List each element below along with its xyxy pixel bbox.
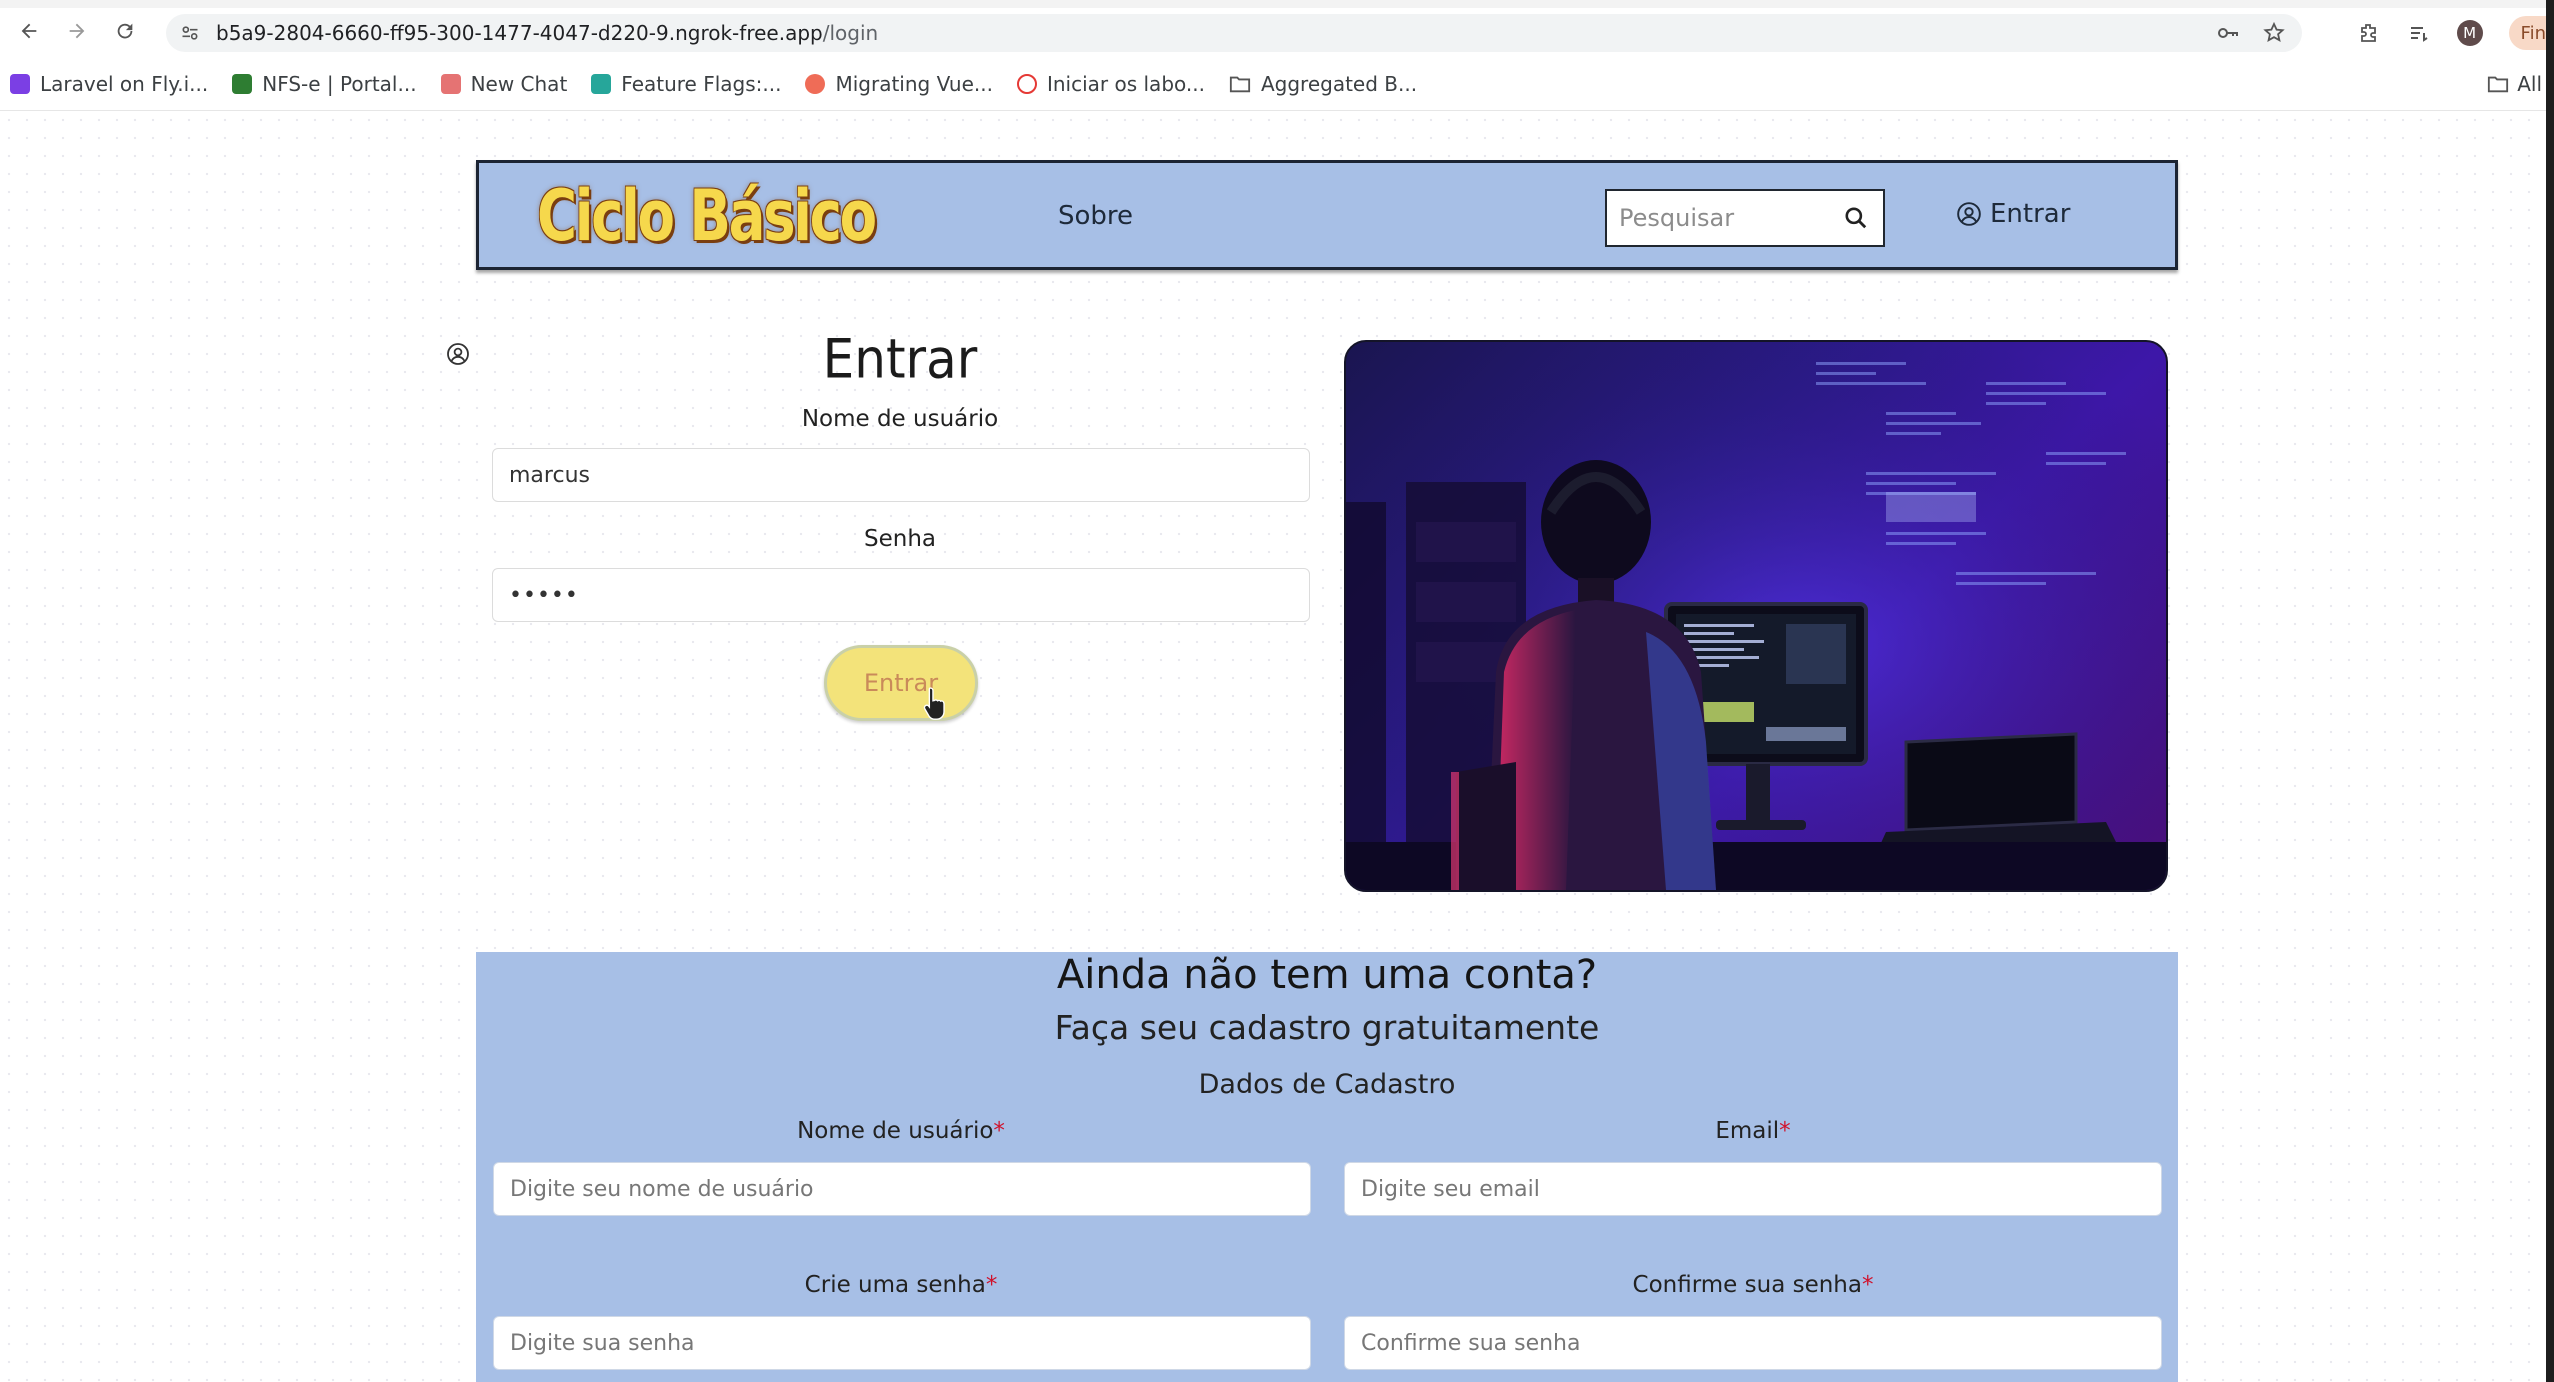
signup-heading: Ainda não tem uma conta? (1056, 952, 1598, 998)
site-header: Ciclo Básico Sobre Entrar (476, 160, 2178, 270)
user-circle-icon (447, 343, 469, 365)
bookmark-favicon-icon (591, 74, 612, 94)
forward-button[interactable] (60, 14, 94, 48)
bookmarks-bar: Laravel on Fly.i... NFS-e | Portal... Ne… (0, 62, 2554, 106)
bookmark-item[interactable]: Laravel on Fly.i... (10, 72, 208, 96)
all-bookmarks-button[interactable]: All (2487, 72, 2542, 96)
header-login-link[interactable]: Entrar (1956, 199, 2070, 229)
tab-strip (0, 0, 2554, 8)
bookmark-item[interactable]: Migrating Vue... (805, 72, 993, 96)
hero-image (1344, 340, 2168, 892)
signup-subheading: Faça seu cadastro gratuitamente (1054, 1008, 1600, 1047)
login-submit-button[interactable]: Entrar (824, 645, 978, 721)
login-password-input[interactable]: ••••• (492, 568, 1310, 622)
password-key-icon[interactable] (2216, 21, 2240, 45)
bookmark-favicon-icon (805, 74, 826, 94)
signup-section-title: Dados de Cadastro (1198, 1069, 1456, 1100)
site-settings-icon[interactable] (178, 21, 202, 45)
bookmark-star-icon[interactable] (2262, 21, 2286, 45)
nav-about-link[interactable]: Sobre (1058, 201, 1133, 231)
login-title: Entrar (822, 327, 978, 391)
bookmark-item[interactable]: Iniciar os labo... (1016, 72, 1205, 96)
address-bar[interactable]: b5a9-2804-6660-ff95-300-1477-4047-d220-9… (166, 14, 2302, 52)
header-login-label: Entrar (1990, 199, 2071, 229)
window-edge (2546, 0, 2554, 1382)
forward-arrow-icon (69, 23, 85, 39)
reload-icon (117, 23, 133, 39)
back-button[interactable] (12, 14, 46, 48)
reload-button[interactable] (108, 14, 142, 48)
search-input[interactable] (1617, 203, 1841, 233)
folder-icon (1229, 76, 1251, 93)
extensions-icon[interactable] (2357, 21, 2381, 45)
password-label: Senha (864, 526, 936, 552)
username-label: Nome de usuário (801, 406, 999, 432)
back-arrow-icon (21, 23, 37, 39)
signup-username-input[interactable]: Digite seu nome de usuário (493, 1162, 1311, 1216)
reading-list-icon[interactable] (2407, 21, 2431, 45)
bookmark-folder[interactable]: Aggregated B... (1229, 72, 1417, 96)
hand-cursor-icon (923, 687, 945, 720)
folder-icon (2488, 76, 2509, 93)
login-username-input[interactable]: marcus (492, 448, 1310, 502)
bookmark-favicon-icon (440, 74, 461, 94)
browser-toolbar: b5a9-2804-6660-ff95-300-1477-4047-d220-9… (0, 8, 2554, 54)
site-logo[interactable]: Ciclo Básico (537, 173, 877, 259)
bookmark-item[interactable]: New Chat (440, 72, 567, 96)
bookmark-favicon-icon (1016, 74, 1037, 94)
bookmark-favicon-icon (10, 74, 30, 94)
signup-section: Ainda não tem uma conta? Faça seu cadast… (476, 952, 2178, 1382)
signup-password-input[interactable]: Digite sua senha (493, 1316, 1311, 1370)
bookmark-item[interactable]: NFS-e | Portal... (232, 72, 417, 96)
bookmark-item[interactable]: Feature Flags:... (591, 72, 781, 96)
user-circle-icon (1957, 202, 1981, 226)
developer-at-desk-illustration (1346, 342, 2166, 890)
signup-confirm-input[interactable]: Confirme sua senha (1344, 1316, 2162, 1370)
signup-confirm-label: Confirme sua senha* (1632, 1272, 1874, 1298)
signup-password-label: Crie uma senha* (804, 1272, 998, 1298)
signup-email-label: Email* (1715, 1118, 1791, 1144)
url-text: b5a9-2804-6660-ff95-300-1477-4047-d220-9… (216, 21, 879, 45)
profile-avatar[interactable]: M (2456, 20, 2483, 46)
search-icon[interactable] (1843, 205, 1869, 231)
signup-email-input[interactable]: Digite seu email (1344, 1162, 2162, 1216)
search-box (1605, 189, 1885, 247)
signup-username-label: Nome de usuário* (797, 1118, 1005, 1144)
bookmark-favicon-icon (232, 74, 253, 94)
